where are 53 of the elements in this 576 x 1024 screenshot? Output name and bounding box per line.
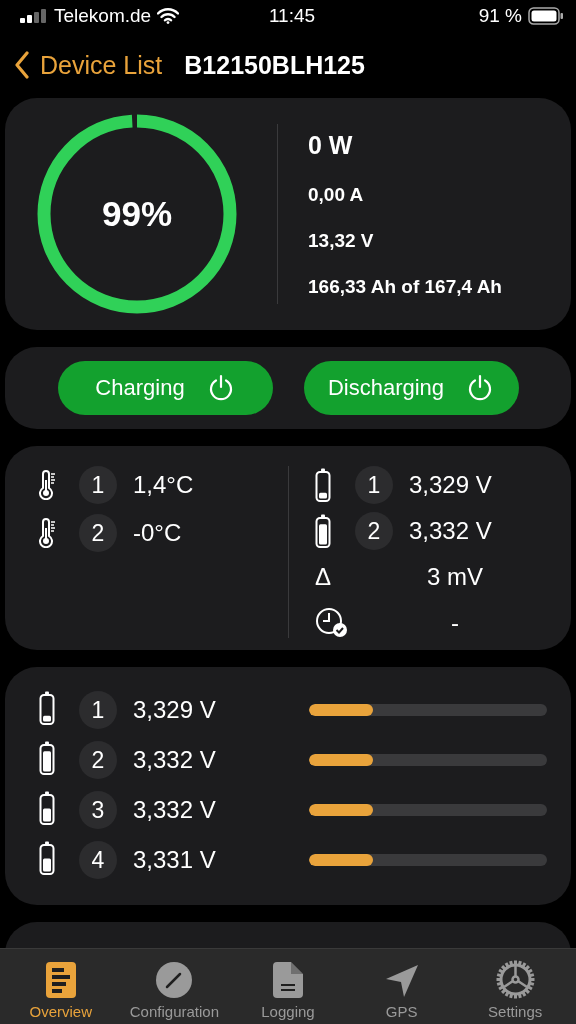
battery-percent: 91 % xyxy=(478,5,522,27)
back-button[interactable]: Device List xyxy=(14,50,163,80)
current-value: 0,00 A xyxy=(308,183,365,206)
power-toggle-button[interactable]: Discharging xyxy=(303,361,519,415)
voltage-value: 3,329 V xyxy=(409,471,492,499)
cell-number: 1 xyxy=(79,691,117,729)
cell-voltage: 3,329 V xyxy=(133,696,217,724)
list-icon xyxy=(44,961,77,999)
clock-time: 11:45 xyxy=(268,5,316,26)
battery-icon xyxy=(39,791,55,825)
delta-symbol: Δ xyxy=(314,563,333,591)
cell-number: 4 xyxy=(79,841,117,879)
cell-number: 2 xyxy=(79,741,117,779)
document-icon xyxy=(272,961,304,999)
battery-icon xyxy=(528,7,564,25)
tab[interactable]: Configuration xyxy=(117,949,232,1024)
delta-value: 3 mV xyxy=(426,563,484,591)
clock-check-icon xyxy=(315,607,349,639)
battery-icon xyxy=(39,691,55,725)
cell-number: 2 xyxy=(355,512,393,550)
wifi-icon xyxy=(157,8,180,24)
voltage-value: 13,32 V xyxy=(308,229,375,252)
charge-percent: 99% xyxy=(101,194,173,234)
settings-icon xyxy=(495,960,535,999)
battery-icon xyxy=(39,841,55,875)
balancing-value: - xyxy=(450,609,460,637)
cell-voltage: 3,331 V xyxy=(133,846,217,874)
tab[interactable]: Settings xyxy=(458,949,572,1024)
battery-icon xyxy=(315,514,331,548)
tab[interactable]: GPS xyxy=(344,949,459,1024)
power-value: 0 W xyxy=(308,130,354,160)
thermometer-icon xyxy=(39,470,57,500)
signal-icon xyxy=(20,9,48,23)
carrier-name: Telekom.de xyxy=(54,5,152,27)
power-toggle-button[interactable]: Charging xyxy=(57,361,273,415)
chevron-left-icon xyxy=(14,51,30,79)
cell-voltage: 3,332 V xyxy=(133,746,217,774)
battery-icon xyxy=(315,468,331,502)
page-title: B12150BLH125 xyxy=(184,50,365,80)
voltage-value: 3,332 V xyxy=(409,517,492,545)
cell-number: 1 xyxy=(355,466,393,504)
thermometer-icon xyxy=(39,518,57,548)
cell-voltage: 3,332 V xyxy=(133,796,217,824)
sensor-number: 2 xyxy=(79,514,117,552)
temperature-value: 1,4°C xyxy=(133,471,194,499)
tab[interactable]: Overview xyxy=(4,949,118,1024)
tab[interactable]: Logging xyxy=(231,949,345,1024)
battery-icon xyxy=(39,741,55,775)
cell-number: 3 xyxy=(79,791,117,829)
pencil-icon xyxy=(155,961,194,999)
sensor-number: 1 xyxy=(79,466,117,504)
temperature-value: -0°C xyxy=(133,519,182,547)
capacity-value: 166,33 Ah of 167,4 Ah xyxy=(308,275,502,298)
